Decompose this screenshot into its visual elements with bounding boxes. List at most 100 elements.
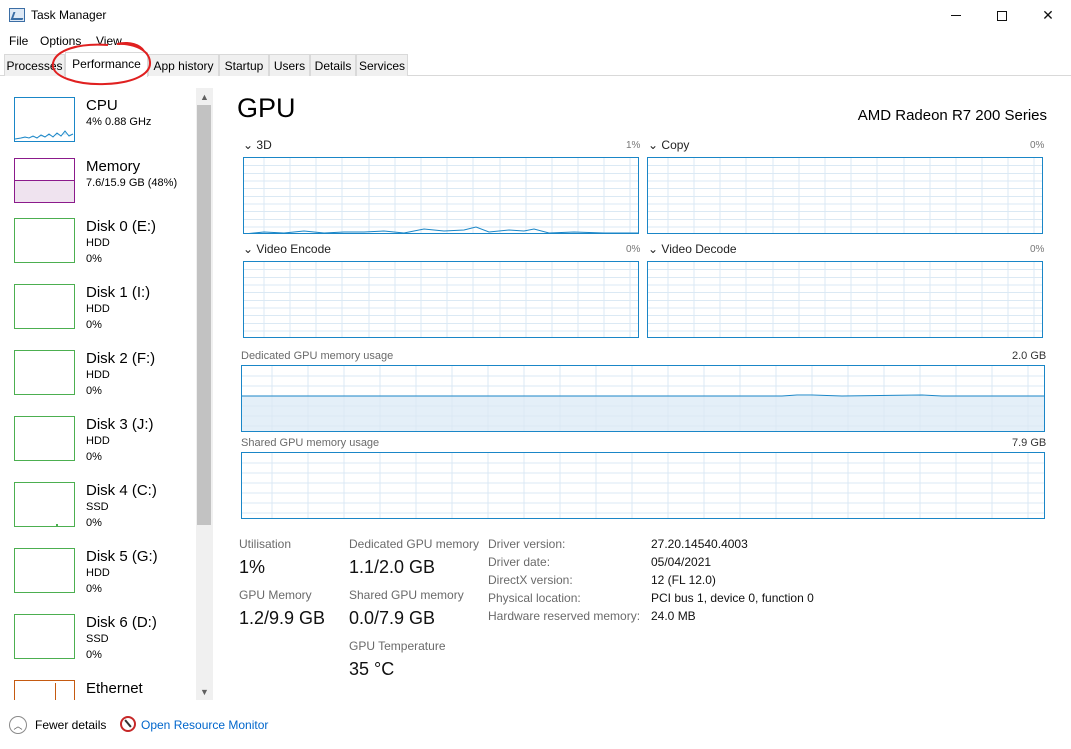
engine-label: Video Encode <box>256 242 331 256</box>
resource-detail: 4% 0.88 GHz <box>86 116 152 128</box>
engine-label: 3D <box>256 138 272 152</box>
disk-thumbnail-graph <box>14 614 75 659</box>
minimize-button[interactable] <box>933 0 979 31</box>
physical-location-label: Physical location: <box>488 591 581 605</box>
scroll-thumb[interactable] <box>197 105 211 525</box>
gpu-model-name: AMD Radeon R7 200 Series <box>857 107 1047 124</box>
graph-3d-plot <box>244 158 638 233</box>
close-icon: ✕ <box>1042 7 1054 23</box>
task-manager-app-icon <box>9 8 25 22</box>
engine-label: Video Decode <box>661 242 737 256</box>
resource-type: HDD <box>86 435 110 447</box>
utilisation-value: 1% <box>239 557 266 577</box>
gpu-temperature-value: 35 °C <box>349 659 395 679</box>
menu-options[interactable]: Options <box>40 34 81 48</box>
open-resource-monitor-link[interactable]: Open Resource Monitor <box>141 718 268 732</box>
engine-percent: 0% <box>1030 140 1045 151</box>
menu-file[interactable]: File <box>9 34 28 48</box>
minimize-icon <box>951 15 961 16</box>
shared-memory-max: 7.9 GB <box>1012 437 1047 449</box>
engine-selector-3d[interactable]: ⌄ 3D <box>243 138 272 152</box>
disk-thumbnail-graph <box>14 350 75 395</box>
chevron-down-icon: ⌄ <box>648 242 659 256</box>
disk-thumbnail-graph <box>14 416 75 461</box>
graph-shared-memory <box>241 452 1045 519</box>
resource-name: Memory <box>86 158 141 175</box>
resource-type: HDD <box>86 303 110 315</box>
scroll-up-arrow-icon[interactable]: ▲ <box>196 88 213 105</box>
graph-dedicated-memory-plot <box>242 366 1044 431</box>
tab-startup[interactable]: Startup <box>219 54 269 76</box>
resource-name: Disk 4 (C:) <box>86 482 157 499</box>
engine-percent: 0% <box>626 244 641 255</box>
footer: ︿ Fewer details Open Resource Monitor <box>0 708 1071 749</box>
engine-label: Copy <box>661 138 690 152</box>
resource-name: CPU <box>86 97 118 114</box>
maximize-button[interactable] <box>979 0 1025 31</box>
resource-name: Disk 5 (G:) <box>86 548 158 565</box>
graph-video-encode <box>243 261 639 338</box>
resource-type: HDD <box>86 369 110 381</box>
directx-version-value: 12 (FL 12.0) <box>651 573 716 587</box>
gpu-temperature-label: GPU Temperature <box>349 639 446 653</box>
graph-copy <box>647 157 1043 234</box>
dedicated-memory-label: Dedicated GPU memory <box>349 537 480 551</box>
resource-usage: 0% <box>86 583 102 595</box>
page-title: GPU <box>237 93 296 123</box>
graph-video-decode <box>647 261 1043 338</box>
scroll-down-arrow-icon[interactable]: ▼ <box>196 683 213 700</box>
close-button[interactable]: ✕ <box>1025 0 1071 31</box>
tab-users[interactable]: Users <box>269 54 310 76</box>
resource-name: Disk 2 (F:) <box>86 350 156 367</box>
cpu-thumbnail-graph <box>14 97 75 142</box>
maximize-icon <box>997 10 1007 21</box>
resource-usage: 0% <box>86 319 102 331</box>
shared-memory-label: Shared GPU memory <box>349 588 464 602</box>
tab-bar: Processes Performance App history Startu… <box>0 52 1071 77</box>
dedicated-memory-max: 2.0 GB <box>1012 350 1047 362</box>
driver-version-value: 27.20.14540.4003 <box>651 537 748 551</box>
tab-processes[interactable]: Processes <box>4 54 65 76</box>
tab-details[interactable]: Details <box>310 54 356 76</box>
shared-memory-graph-label: Shared GPU memory usage <box>241 437 380 449</box>
resource-name: Ethernet <box>86 680 143 697</box>
driver-version-label: Driver version: <box>488 537 566 551</box>
engine-selector-video-encode[interactable]: ⌄ Video Encode <box>243 242 331 256</box>
disk-thumbnail-graph <box>14 284 75 329</box>
resource-type: SSD <box>86 501 109 513</box>
engine-selector-video-decode[interactable]: ⌄ Video Decode <box>648 242 737 256</box>
resource-list-scrollbar[interactable]: ▲ ▼ <box>196 88 213 700</box>
engine-percent: 0% <box>1030 244 1045 255</box>
directx-version-label: DirectX version: <box>488 573 573 587</box>
resource-list: CPU 4% 0.88 GHz Memory 7.6/15.9 GB (48%)… <box>0 88 213 700</box>
menu-view[interactable]: View <box>96 34 122 48</box>
graph-video-decode-plot <box>648 262 1042 337</box>
driver-date-label: Driver date: <box>488 555 551 569</box>
graph-dedicated-memory <box>241 365 1045 432</box>
menu-bar: File Options View <box>0 31 1071 51</box>
disk-thumbnail-graph <box>14 482 75 527</box>
engine-selector-copy[interactable]: ⌄ Copy <box>648 138 689 152</box>
gpu-memory-label: GPU Memory <box>239 588 312 602</box>
resource-usage: 0% <box>86 517 102 529</box>
fewer-details-button[interactable]: Fewer details <box>35 718 106 732</box>
physical-location-value: PCI bus 1, device 0, function 0 <box>651 591 814 605</box>
dedicated-memory-value: 1.1/2.0 GB <box>349 557 436 577</box>
title-bar[interactable]: Task Manager ✕ <box>0 0 1071 31</box>
resource-type: HDD <box>86 237 110 249</box>
resource-name: Disk 6 (D:) <box>86 614 157 631</box>
memory-thumbnail-graph <box>14 158 75 203</box>
resource-usage: 0% <box>86 385 102 397</box>
resource-type: SSD <box>86 633 109 645</box>
graph-copy-plot <box>648 158 1042 233</box>
chevron-down-icon: ⌄ <box>243 242 254 256</box>
gpu-memory-value: 1.2/9.9 GB <box>239 608 326 628</box>
tab-app-history[interactable]: App history <box>148 54 219 76</box>
ethernet-thumbnail-graph <box>14 680 75 700</box>
resource-type: HDD <box>86 567 110 579</box>
tab-performance[interactable]: Performance <box>65 52 148 77</box>
chevron-up-icon[interactable]: ︿ <box>9 716 27 734</box>
driver-date-value: 05/04/2021 <box>651 555 712 569</box>
resource-name: Disk 0 (E:) <box>86 218 157 235</box>
tab-services[interactable]: Services <box>356 54 408 76</box>
